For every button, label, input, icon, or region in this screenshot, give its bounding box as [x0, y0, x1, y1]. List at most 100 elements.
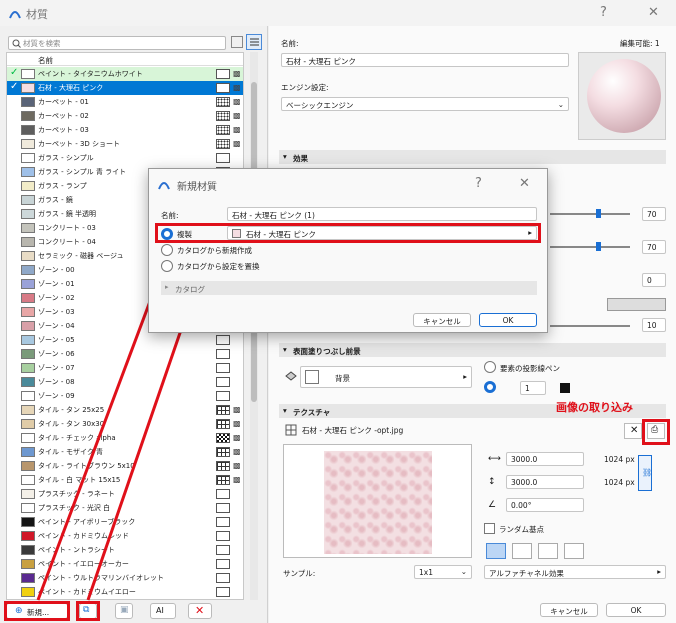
list-item[interactable]: ✓ 石材 - 大理石 ピンク ▩	[7, 81, 243, 95]
list-item[interactable]: ペイント - アイボリーブラック	[7, 515, 243, 529]
texture-width-field[interactable]: 3000.0	[506, 452, 584, 466]
color-swatch	[21, 447, 35, 457]
save-icon[interactable]: ▣	[115, 603, 133, 619]
effect-value-1[interactable]: 70	[642, 207, 666, 221]
list-item[interactable]: ゾーン - 05	[7, 333, 243, 347]
link-ratio-toggle[interactable]: ⛓	[638, 455, 652, 491]
search-input[interactable]: 材質を検索	[8, 36, 226, 50]
color-swatch[interactable]	[607, 298, 666, 311]
pattern-icon	[216, 377, 230, 387]
random-origin-checkbox[interactable]	[484, 523, 495, 534]
fill-bucket-icon	[285, 371, 297, 381]
help-button[interactable]: ?	[600, 5, 607, 20]
alpha-channel-select[interactable]: アルファチャネル効果 ▸	[484, 565, 666, 579]
slider-thumb-2[interactable]	[596, 242, 601, 251]
mirror-option-2[interactable]	[512, 543, 532, 559]
color-swatch	[21, 69, 35, 79]
dialog-cancel-button[interactable]: キャンセル	[413, 313, 471, 327]
mirror-option-4[interactable]	[564, 543, 584, 559]
list-item[interactable]: タイル - 白 マット 15x15 ▩	[7, 473, 243, 487]
list-item[interactable]: カーペット - 03 ▩	[7, 123, 243, 137]
list-item[interactable]: タイル - チェック alpha ▩	[7, 431, 243, 445]
slider-thumb-1[interactable]	[596, 209, 601, 218]
surface-fill-select[interactable]: 背景 ▸	[300, 366, 472, 388]
fill-swatch	[305, 370, 319, 384]
dialog-name-field[interactable]: 石材 - 大理石 ピンク (1)	[227, 207, 537, 221]
color-swatch	[21, 531, 35, 541]
surface-section-header[interactable]: 表面塗りつぶし前景	[279, 343, 666, 357]
list-item[interactable]: カーペット - 3D ショート ▩	[7, 137, 243, 151]
mirror-option-3[interactable]	[538, 543, 558, 559]
list-item[interactable]: プラスチック - 光沢 白	[7, 501, 243, 515]
engine-select[interactable]: ベーシックエンジン ⌄	[281, 97, 569, 111]
color-swatch	[21, 125, 35, 135]
archicad-logo-icon	[9, 11, 21, 19]
catalog-section[interactable]: ▸ カタログ	[161, 281, 537, 295]
folder-view-icon[interactable]	[231, 36, 243, 48]
clear-texture-button[interactable]: ✕	[624, 423, 642, 439]
list-item[interactable]: ゾーン - 07	[7, 361, 243, 375]
list-item[interactable]: ✓ ペイント - タイタニウムホワイト ▩	[7, 67, 243, 81]
list-item[interactable]: タイル - タン 30x30 ▩	[7, 417, 243, 431]
editable-count: 編集可能: 1	[620, 39, 660, 48]
texture-icon: ▩	[233, 83, 241, 92]
list-item[interactable]: ペイント - ントラシート	[7, 543, 243, 557]
catalog-new-label: カタログから新規作成	[177, 246, 252, 255]
effect-value-3[interactable]: 0	[642, 273, 666, 287]
list-item[interactable]: ペイント - カドミウムイエロー	[7, 585, 243, 599]
rename-icon[interactable]: AI	[150, 603, 176, 619]
list-item[interactable]: ゾーン - 09	[7, 389, 243, 403]
close-button[interactable]: ✕	[648, 5, 659, 20]
color-swatch	[21, 517, 35, 527]
list-item[interactable]: ガラス - シンプル	[7, 151, 243, 165]
texture-image	[324, 451, 432, 554]
dialog-help-button[interactable]: ?	[475, 176, 482, 191]
delete-button[interactable]: ✕	[188, 603, 212, 619]
mirror-option-1[interactable]	[486, 543, 506, 559]
catalog-new-radio[interactable]	[161, 244, 173, 256]
list-item[interactable]: プラスチック - ラネート	[7, 487, 243, 501]
slider-track-3[interactable]	[550, 325, 630, 327]
list-item[interactable]: ペイント - イエローオーカー	[7, 557, 243, 571]
effect-value-4[interactable]: 10	[642, 318, 666, 332]
list-item[interactable]: タイル - モザイク 青 ▩	[7, 445, 243, 459]
list-item[interactable]: カーペット - 01 ▩	[7, 95, 243, 109]
list-item[interactable]: ペイント - ウルトラマリンバイオレット	[7, 571, 243, 585]
list-item-label: ガラス - シンプル 青 ライト	[38, 168, 127, 176]
list-item[interactable]: ゾーン - 06	[7, 347, 243, 361]
list-item[interactable]: タイル - ライトブラウン 5x10 ▩	[7, 459, 243, 473]
cancel-button[interactable]: キャンセル	[540, 603, 598, 617]
list-item[interactable]: ペイント - カドミウムレッド	[7, 529, 243, 543]
list-item[interactable]: タイル - タン 25x25 ▩	[7, 403, 243, 417]
preview-sphere	[587, 59, 661, 133]
dialog-close-button[interactable]: ✕	[519, 176, 530, 191]
texture-icon: ▩	[233, 447, 241, 456]
title-bar: 材質 ? ✕	[0, 0, 676, 26]
pen-radio-on[interactable]	[484, 381, 496, 393]
effects-section-header[interactable]: 効果	[279, 150, 666, 164]
color-swatch	[21, 209, 35, 219]
ok-button[interactable]: OK	[606, 603, 666, 617]
texture-filename: 石材 - 大理石 ピンク -opt.jpg	[302, 426, 404, 435]
slider-track-2[interactable]	[550, 246, 630, 248]
list-item[interactable]: ゾーン - 08	[7, 375, 243, 389]
color-swatch	[21, 363, 35, 373]
pen-color-swatch[interactable]	[560, 383, 570, 393]
list-item-label: ペイント - イエローオーカー	[38, 560, 129, 568]
slider-track-1[interactable]	[550, 213, 630, 215]
list-item[interactable]: カーペット - 02 ▩	[7, 109, 243, 123]
pen-number[interactable]: 1	[520, 381, 546, 395]
texture-height-field[interactable]: 3000.0	[506, 475, 584, 489]
list-view-icon[interactable]	[246, 34, 262, 50]
texture-icon: ▩	[233, 461, 241, 470]
effect-value-2[interactable]: 70	[642, 240, 666, 254]
texture-angle-field[interactable]: 0.00°	[506, 498, 584, 512]
fill-value: 背景	[335, 374, 350, 383]
catalog-replace-radio[interactable]	[161, 260, 173, 272]
pen-radio-off[interactable]	[484, 361, 496, 373]
list-item-label: ガラス - シンプル	[38, 154, 94, 162]
dialog-ok-button[interactable]: OK	[479, 313, 537, 327]
material-name-field[interactable]: 石材 - 大理石 ピンク	[281, 53, 569, 67]
sample-select[interactable]: 1x1 ⌄	[414, 565, 472, 579]
list-item-label: ペイント - タイタニウムホワイト	[38, 70, 143, 78]
